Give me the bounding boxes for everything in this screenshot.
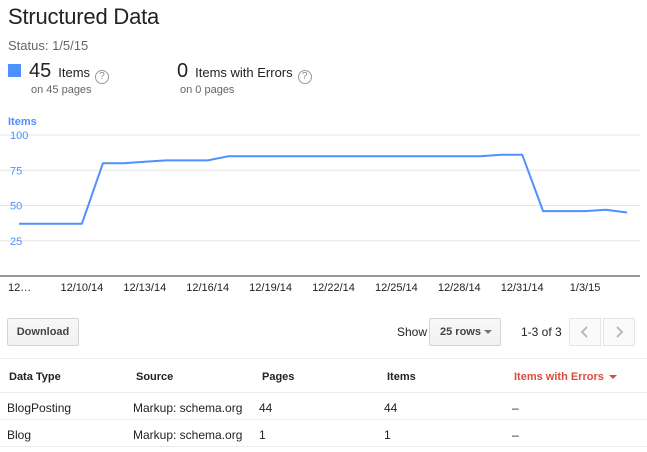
items-line-chart[interactable]: 100 75 50 25 12… 12/10/14 12/13/14 12/16/14 12/1… — [0, 128, 647, 300]
x-tick-label: 12/28/14 — [438, 282, 481, 294]
cell-items-with-errors: – — [512, 428, 519, 442]
y-tick-label: 25 — [10, 236, 22, 248]
items-stat: 45 Items ? — [8, 60, 110, 84]
pagination-text: 1-3 of 3 — [521, 325, 562, 339]
cell-pages: 44 — [259, 401, 273, 415]
x-tick-label: 12/16/14 — [186, 282, 229, 294]
chevron-down-icon — [484, 330, 492, 334]
table-row[interactable]: Blog Markup: schema.org 1 1 – — [0, 421, 647, 447]
cell-source: Markup: schema.org — [133, 428, 243, 442]
x-tick-label: 12/19/14 — [249, 282, 292, 294]
column-header-data-type[interactable]: Data Type — [9, 371, 61, 383]
help-icon[interactable]: ? — [297, 70, 312, 84]
column-header-items-with-errors[interactable]: Items with Errors — [514, 371, 617, 383]
y-tick-label: 100 — [10, 130, 28, 142]
x-tick-label: 12… — [8, 282, 31, 294]
status-text: Status: 1/5/15 — [8, 38, 89, 53]
cell-items: 1 — [384, 428, 391, 442]
x-tick-label: 12/13/14 — [123, 282, 166, 294]
x-tick-label: 1/3/15 — [570, 282, 601, 294]
rows-per-page-select[interactable]: 25 rows — [429, 318, 501, 346]
table-header-row: Data Type Source Pages Items Items with … — [0, 358, 647, 393]
y-tick-label: 75 — [10, 165, 22, 177]
chevron-left-icon — [580, 326, 588, 338]
column-header-items[interactable]: Items — [387, 371, 416, 383]
table-row[interactable]: BlogPosting Markup: schema.org 44 44 – — [0, 394, 647, 420]
cell-pages: 1 — [259, 428, 266, 442]
items-count: 45 — [29, 60, 52, 82]
items-label: Items — [58, 65, 91, 80]
cell-source: Markup: schema.org — [133, 401, 243, 415]
cell-data-type[interactable]: BlogPosting — [7, 401, 71, 415]
x-tick-label: 12/22/14 — [312, 282, 355, 294]
items-pages: on 45 pages — [31, 84, 92, 96]
errors-pages: on 0 pages — [180, 84, 235, 96]
next-page-button[interactable] — [603, 318, 635, 346]
page-title: Structured Data — [8, 4, 160, 29]
column-header-source[interactable]: Source — [136, 371, 173, 383]
errors-stat: 0 Items with Errors ? — [177, 60, 312, 84]
items-series-line — [19, 153, 628, 225]
download-button[interactable]: Download — [7, 318, 79, 346]
help-icon[interactable]: ? — [95, 70, 110, 84]
errors-count: 0 — [177, 60, 189, 82]
y-tick-label: 50 — [10, 201, 22, 213]
x-tick-label: 12/31/14 — [501, 282, 544, 294]
show-label: Show — [397, 325, 428, 339]
x-tick-label: 12/25/14 — [375, 282, 418, 294]
items-series-swatch[interactable] — [8, 64, 21, 77]
cell-data-type[interactable]: Blog — [7, 428, 31, 442]
sort-desc-icon — [608, 375, 617, 379]
rows-per-page-value: 25 rows — [440, 326, 481, 338]
errors-label: Items with Errors — [195, 65, 293, 80]
column-header-items-with-errors-label: Items with Errors — [514, 371, 604, 383]
cell-items-with-errors: – — [512, 401, 519, 415]
previous-page-button[interactable] — [569, 318, 601, 346]
x-tick-label: 12/10/14 — [60, 282, 103, 294]
cell-items: 44 — [384, 401, 398, 415]
chart-title: Items — [8, 116, 37, 128]
column-header-pages[interactable]: Pages — [262, 371, 294, 383]
chevron-right-icon — [616, 326, 624, 338]
